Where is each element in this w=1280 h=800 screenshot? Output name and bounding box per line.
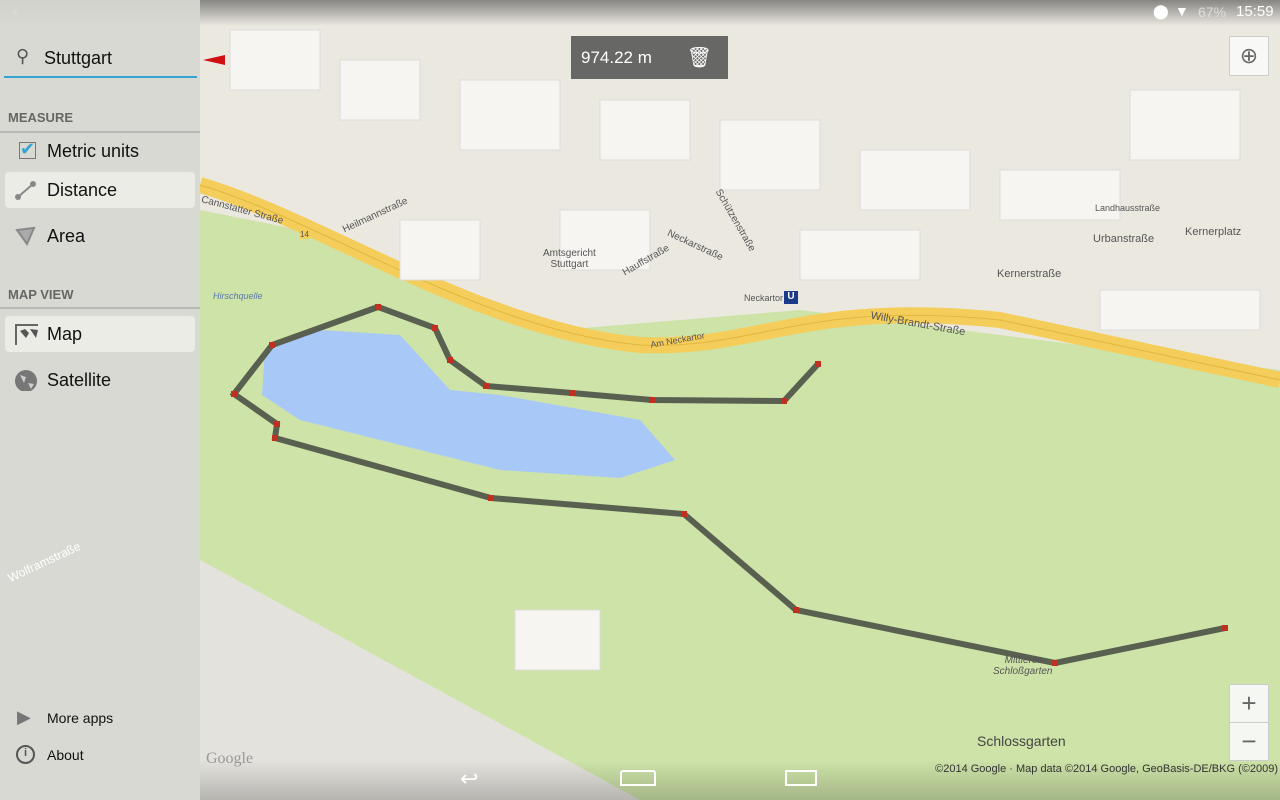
area-label: Area	[47, 226, 86, 246]
checkbox-checked-icon: ✔	[19, 139, 36, 159]
distance-value: 974.22 m	[581, 48, 652, 67]
search-input[interactable]: ⚲ Stuttgart	[4, 40, 197, 78]
more-apps-label: More apps	[47, 710, 114, 726]
satellite-label: Satellite	[47, 370, 112, 390]
path-vertex-marker[interactable]	[569, 390, 575, 396]
distance-label: Distance	[47, 180, 118, 200]
search-value: Stuttgart	[44, 48, 113, 68]
compass-icon[interactable]	[203, 55, 225, 65]
recent-apps-icon[interactable]	[785, 770, 817, 786]
path-vertex-marker[interactable]	[1222, 625, 1228, 631]
back-icon[interactable]: ↩	[460, 766, 478, 792]
info-icon: i	[16, 745, 35, 764]
about-link[interactable]: i About	[5, 740, 195, 776]
section-header-map-view: MAP VIEW	[8, 287, 74, 302]
wifi-icon: ▼	[1175, 3, 1189, 19]
path-vertex-marker[interactable]	[793, 607, 799, 613]
path-vertex-marker[interactable]	[375, 304, 381, 310]
sidebar: ⚲ Stuttgart MEASURE ✔ Metric units Dista…	[0, 0, 200, 800]
metric-units-label: Metric units	[47, 141, 140, 161]
map-label: Wolframstraße	[5, 539, 83, 585]
zoom-in-button[interactable]: +	[1229, 684, 1269, 723]
map-label: Schlossgarten	[977, 733, 1066, 749]
more-apps-link[interactable]: ▶ More apps	[5, 703, 195, 739]
map-label: Map	[47, 324, 83, 344]
map-label: Kernerplatz	[1185, 226, 1242, 238]
ubahn-icon: U	[784, 291, 798, 304]
map-label: Neckartor	[744, 293, 784, 303]
metric-units-checkbox[interactable]: ✔ Metric units	[5, 133, 195, 169]
path-vertex-marker[interactable]	[483, 383, 489, 389]
sidebar-item-satellite[interactable]: Satellite	[5, 362, 195, 398]
map-label: Mittlerer Schloßgarten	[993, 655, 1053, 677]
zoom-out-button[interactable]: −	[1229, 722, 1269, 761]
path-vertex-marker[interactable]	[231, 391, 237, 397]
map-icon	[15, 324, 38, 345]
distance-readout: 974.22 m 🗑	[571, 36, 728, 79]
map-label: Amtsgericht Stuttgart	[543, 248, 596, 270]
area-icon	[15, 226, 36, 247]
map-label: Kernerstraße	[997, 268, 1062, 280]
clock: 15:59	[1236, 3, 1274, 20]
path-vertex-marker[interactable]	[649, 397, 655, 403]
play-store-icon: ▶	[17, 707, 31, 727]
sidebar-item-area[interactable]: Area	[5, 218, 195, 254]
crosshair-icon: ⊕	[1239, 43, 1259, 68]
globe-icon	[15, 370, 37, 391]
path-vertex-marker[interactable]	[269, 342, 275, 348]
home-icon[interactable]	[620, 770, 656, 786]
path-vertex-marker[interactable]	[274, 421, 280, 427]
road-number: 14	[300, 230, 309, 239]
battery-text: 67%	[1198, 4, 1227, 20]
path-vertex-marker[interactable]	[681, 511, 687, 517]
map-label: Urbanstraße	[1093, 233, 1155, 245]
attribution: ©2014 Google · Map data ©2014 Google, Ge…	[935, 763, 1278, 775]
divider	[0, 307, 200, 309]
location-icon: ⬤	[1153, 3, 1169, 19]
about-label: About	[47, 747, 84, 763]
section-header-measure: MEASURE	[8, 110, 74, 125]
path-vertex-marker[interactable]	[1052, 660, 1058, 666]
path-vertex-marker[interactable]	[432, 325, 438, 331]
path-vertex-marker[interactable]	[272, 435, 278, 441]
path-vertex-marker[interactable]	[815, 361, 821, 367]
my-location-button[interactable]: ⊕	[1229, 36, 1269, 76]
sidebar-item-map[interactable]: Map	[5, 316, 195, 352]
distance-icon	[15, 181, 36, 200]
path-vertex-marker[interactable]	[488, 495, 494, 501]
trash-icon[interactable]: 🗑	[687, 45, 712, 70]
sidebar-item-distance[interactable]: Distance	[5, 172, 195, 208]
path-vertex-marker[interactable]	[447, 357, 453, 363]
search-icon: ⚲	[16, 46, 30, 66]
map-label: Landhausstraße	[1095, 203, 1161, 213]
path-vertex-marker[interactable]	[781, 398, 787, 404]
map-label: Hirschquelle	[213, 291, 263, 301]
